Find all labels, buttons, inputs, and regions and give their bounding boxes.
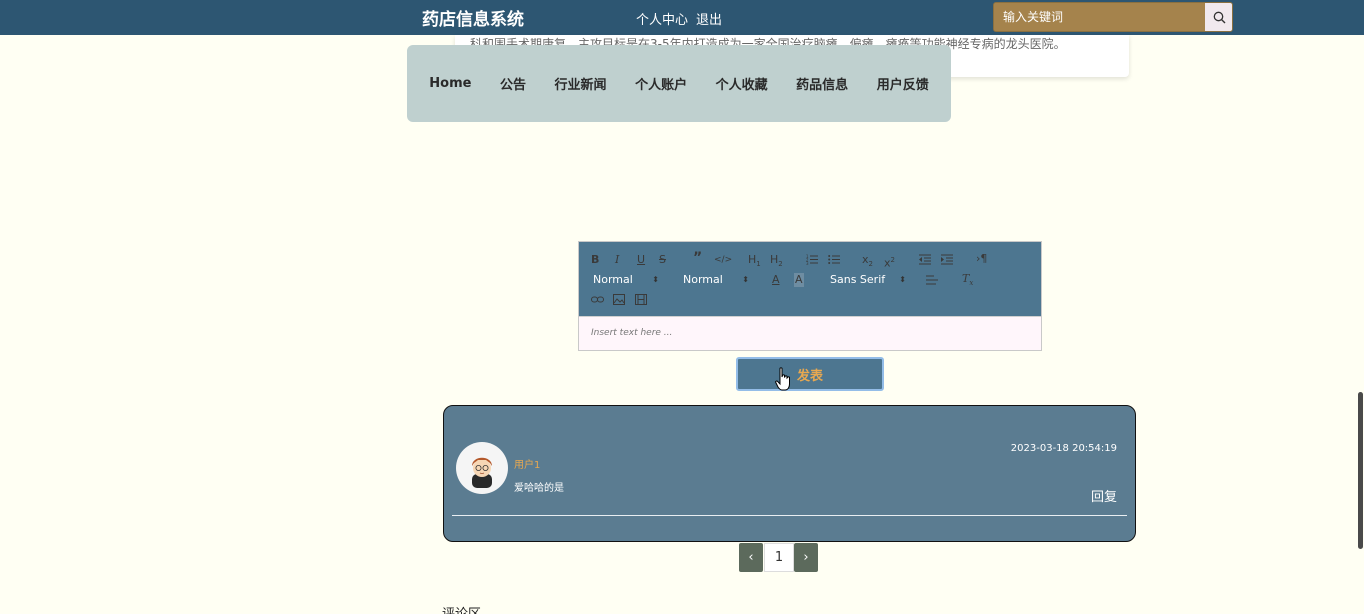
- nav-item-industry-news[interactable]: 行业新闻: [555, 74, 607, 93]
- main-nav: Home 公告 行业新闻 个人账户 个人收藏 药品信息 用户反馈: [407, 45, 951, 122]
- link-icon[interactable]: [591, 294, 604, 305]
- underline-icon[interactable]: U: [637, 253, 645, 267]
- italic-icon[interactable]: I: [615, 253, 619, 267]
- text-direction-icon[interactable]: ›¶: [976, 252, 987, 266]
- header2-icon[interactable]: H2: [770, 253, 783, 271]
- comment-section-title: 评论区: [442, 603, 481, 614]
- nav-item-account[interactable]: 个人账户: [635, 74, 687, 93]
- size-select[interactable]: Normal ⬍: [593, 273, 659, 287]
- bold-icon[interactable]: B: [591, 253, 599, 267]
- font-color-icon[interactable]: A: [772, 273, 780, 287]
- user-avatar-icon: [472, 457, 492, 488]
- rich-text-editor: B I U S ” </> H1 H2 1 2 3 x2 x2 ›¶ Norma…: [578, 241, 1042, 351]
- comment-username[interactable]: 用户1: [514, 456, 540, 471]
- indent-icon[interactable]: [941, 254, 953, 265]
- size-select-value: Normal: [593, 273, 633, 286]
- blockquote-icon[interactable]: ”: [693, 251, 702, 265]
- bullet-list-icon[interactable]: [828, 254, 840, 265]
- header1-icon[interactable]: H1: [748, 253, 761, 271]
- image-icon[interactable]: [613, 294, 625, 305]
- comment-card: 用户1 爱哈哈的是 2023-03-18 20:54:19 回复: [443, 405, 1136, 542]
- comment-text: 爱哈哈的是: [514, 483, 564, 494]
- font-select[interactable]: Sans Serif ⬍: [830, 273, 906, 287]
- nav-item-favorites[interactable]: 个人收藏: [716, 74, 768, 93]
- nav-item-feedback[interactable]: 用户反馈: [877, 74, 929, 93]
- search-icon: [1213, 11, 1225, 23]
- outdent-icon[interactable]: [919, 254, 931, 265]
- size-select-arrow-icon: ⬍: [652, 275, 659, 284]
- header-select-value: Normal: [683, 273, 723, 286]
- logout-link[interactable]: 退出: [696, 9, 722, 28]
- pagination-prev-button[interactable]: ‹: [739, 543, 763, 572]
- editor-placeholder: Insert text here ...: [591, 328, 673, 338]
- superscript-icon[interactable]: x2: [884, 253, 895, 271]
- post-button[interactable]: 发表: [736, 357, 884, 391]
- pagination-next-button[interactable]: ›: [794, 543, 818, 572]
- search-button[interactable]: [1205, 3, 1232, 31]
- nav-item-home[interactable]: Home: [429, 76, 471, 91]
- clear-format-icon[interactable]: Tx: [962, 272, 973, 290]
- ordered-list-icon[interactable]: 1 2 3: [806, 254, 818, 265]
- profile-link[interactable]: 个人中心: [636, 9, 688, 28]
- subscript-icon[interactable]: x2: [862, 253, 873, 271]
- align-icon[interactable]: [926, 275, 938, 285]
- header-select-arrow-icon: ⬍: [742, 275, 749, 284]
- comment-divider: [452, 515, 1127, 516]
- svg-text:3: 3: [806, 261, 809, 265]
- top-header: 药店信息系统 个人中心 退出: [0, 0, 1364, 35]
- pagination-page-1[interactable]: 1: [764, 543, 794, 572]
- scrollbar-thumb[interactable]: [1358, 392, 1363, 549]
- font-select-value: Sans Serif: [830, 273, 886, 286]
- editor-toolbar: B I U S ” </> H1 H2 1 2 3 x2 x2 ›¶ Norma…: [579, 242, 1041, 316]
- search-box: [993, 2, 1233, 32]
- header-select[interactable]: Normal ⬍: [683, 273, 749, 287]
- comment-timestamp: 2023-03-18 20:54:19: [1010, 443, 1117, 454]
- editor-text-area[interactable]: Insert text here ...: [579, 316, 1041, 350]
- avatar: [456, 442, 508, 494]
- video-icon[interactable]: [635, 294, 647, 305]
- hand-cursor-icon: [775, 367, 790, 391]
- search-input[interactable]: [994, 3, 1205, 31]
- site-title: 药店信息系统: [422, 10, 524, 30]
- font-select-arrow-icon: ⬍: [899, 275, 906, 284]
- reply-button[interactable]: 回复: [1091, 486, 1117, 505]
- code-block-icon[interactable]: </>: [714, 253, 732, 267]
- background-color-icon[interactable]: A: [794, 273, 804, 287]
- strike-icon[interactable]: S: [659, 253, 666, 267]
- nav-item-medicine-info[interactable]: 药品信息: [796, 74, 848, 93]
- nav-item-announcement[interactable]: 公告: [500, 74, 526, 93]
